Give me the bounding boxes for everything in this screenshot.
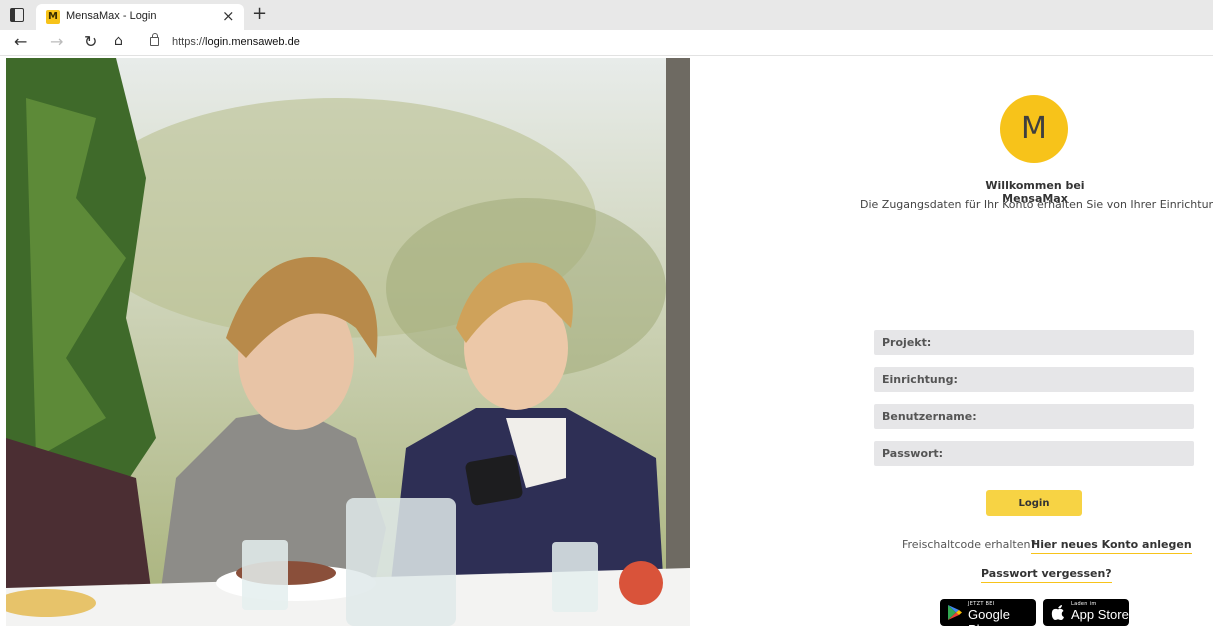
activation-code-text: Freischaltcode erhalten? (902, 538, 1037, 551)
login-panel: M Willkommen bei MensaMax Die Zugangsdat… (690, 58, 1213, 637)
lock-icon[interactable] (150, 33, 159, 46)
project-input[interactable] (874, 330, 1194, 355)
new-tab-button[interactable]: + (252, 3, 267, 24)
tab-title: MensaMax - Login (66, 10, 157, 22)
app-store-badge[interactable]: Laden im App Store (1043, 599, 1129, 626)
forward-arrow-icon[interactable]: → (50, 32, 63, 51)
home-icon[interactable]: ⌂ (114, 33, 123, 49)
username-input[interactable] (874, 404, 1194, 429)
google-play-badge[interactable]: JETZT BEI Google Play (940, 599, 1036, 637)
refresh-icon[interactable]: ↻ (84, 32, 97, 51)
login-button[interactable]: Login (986, 490, 1082, 516)
mensamax-logo: M (1000, 95, 1068, 163)
tab-actions-icon[interactable] (10, 8, 24, 22)
forgot-password-link[interactable]: Passwort vergessen? (981, 567, 1112, 583)
address-bar[interactable]: https://login.mensaweb.de (172, 36, 300, 48)
close-icon[interactable]: × (222, 7, 235, 25)
browser-tab-bar: M MensaMax - Login × + (0, 0, 1213, 30)
welcome-subtitle: Die Zugangsdaten für Ihr Konto erhalten … (860, 198, 1213, 211)
hero-photo (6, 58, 690, 626)
app-store-text: App Store (1071, 607, 1129, 622)
google-play-icon (948, 605, 962, 620)
facility-input[interactable] (874, 367, 1194, 392)
url-host: login.mensaweb.de (205, 36, 300, 48)
url-prefix: https:// (172, 36, 206, 48)
favicon-icon: M (46, 10, 60, 24)
password-input[interactable] (874, 441, 1194, 466)
google-play-text: Google Play (968, 607, 1010, 637)
back-arrow-icon[interactable]: ← (14, 32, 27, 51)
new-account-link[interactable]: Hier neues Konto anlegen (1031, 538, 1192, 554)
browser-tab[interactable]: M MensaMax - Login × (36, 4, 244, 30)
browser-toolbar: ← → ↻ ⌂ https://login.mensaweb.de (0, 30, 1213, 56)
apple-icon (1051, 605, 1064, 620)
